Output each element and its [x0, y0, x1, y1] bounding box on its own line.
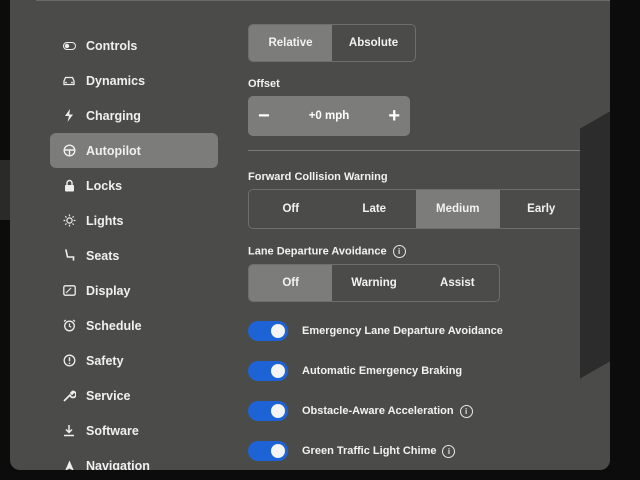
speed-mode-relative[interactable]: Relative: [249, 25, 332, 61]
sidebar-item-label: Navigation: [86, 458, 150, 471]
sidebar-item-locks[interactable]: Locks: [50, 168, 218, 203]
fcw-option-off[interactable]: Off: [249, 190, 333, 228]
toggle-row-aeb: Automatic Emergency Braking: [248, 356, 588, 386]
speed-mode-selector: Relative Absolute: [248, 24, 416, 62]
offset-value: +0 mph: [308, 110, 350, 122]
toggle-knob: [271, 444, 285, 458]
sidebar-item-charging[interactable]: Charging: [50, 98, 218, 133]
aeb-toggle[interactable]: [248, 361, 288, 381]
sidebar-item-label: Autopilot: [86, 143, 141, 158]
sidebar-item-label: Controls: [86, 38, 138, 53]
lda-label: Lane Departure Avoidance: [248, 245, 387, 258]
chime-toggle[interactable]: [248, 441, 288, 461]
section-divider: [248, 150, 582, 151]
sidebar-item-lights[interactable]: Lights: [50, 203, 218, 238]
lda-option-off[interactable]: Off: [249, 265, 333, 301]
info-icon[interactable]: i: [442, 444, 456, 458]
speed-mode-absolute[interactable]: Absolute: [332, 25, 415, 61]
top-divider: [36, 0, 610, 7]
sidebar-item-navigation[interactable]: Navigation: [50, 448, 218, 470]
lda-selector: Off Warning Assist: [248, 264, 500, 302]
lda-option-warning[interactable]: Warning: [332, 265, 415, 301]
bolt-icon: [62, 109, 76, 123]
steering-wheel-icon: [62, 144, 76, 158]
wrench-icon: [62, 389, 76, 403]
lda-option-assist[interactable]: Assist: [416, 265, 499, 301]
autopilot-settings: Relative Absolute Offset − +0 mph + Forw…: [248, 24, 588, 470]
sidebar-item-label: Software: [86, 423, 139, 438]
download-icon: [62, 424, 76, 438]
sidebar-item-label: Charging: [86, 108, 141, 123]
oaa-toggle[interactable]: [248, 401, 288, 421]
offset-label: Offset: [248, 78, 280, 90]
sidebar-item-label: Lights: [86, 213, 124, 228]
sidebar-item-label: Dynamics: [86, 73, 146, 88]
sidebar-item-schedule[interactable]: Schedule: [50, 308, 218, 343]
sidebar-item-seats[interactable]: Seats: [50, 238, 218, 273]
sidebar-item-label: Service: [86, 388, 131, 403]
sidebar-item-controls[interactable]: Controls: [50, 28, 218, 63]
navigation-icon: [62, 459, 76, 470]
seat-icon: [62, 249, 76, 263]
info-icon[interactable]: i: [459, 404, 473, 418]
toggle-knob: [271, 324, 285, 338]
alarm-icon: [62, 319, 76, 333]
lock-icon: [62, 179, 76, 193]
display-icon: [62, 284, 76, 298]
toggle-knob: [271, 364, 285, 378]
sidebar-item-label: Display: [86, 283, 131, 298]
toggle-knob: [271, 404, 285, 418]
sidebar-item-label: Locks: [86, 178, 123, 193]
sidebar-item-software[interactable]: Software: [50, 413, 218, 448]
left-bezel: [0, 160, 10, 220]
sun-icon: [62, 214, 76, 228]
sidebar-item-service[interactable]: Service: [50, 378, 218, 413]
lda-label-row: Lane Departure Avoidance i: [248, 245, 588, 258]
oaa-label: Obstacle-Aware Acceleration: [302, 405, 454, 417]
sidebar-item-label: Safety: [86, 353, 124, 368]
fcw-option-medium[interactable]: Medium: [416, 190, 500, 228]
sidebar-item-label: Seats: [86, 248, 120, 263]
fcw-selector: Off Late Medium Early: [248, 189, 584, 229]
toggle-row-chime: Green Traffic Light Chime i: [248, 436, 588, 466]
sidebar-item-display[interactable]: Display: [50, 273, 218, 308]
sidebar-item-safety[interactable]: Safety: [50, 343, 218, 378]
fcw-option-late[interactable]: Late: [333, 190, 417, 228]
info-icon[interactable]: i: [392, 245, 406, 258]
offset-stepper: − +0 mph +: [248, 96, 410, 136]
offset-decrease-button[interactable]: −: [258, 106, 270, 126]
settings-screen: Controls Dynamics Charging Autopilot Loc…: [10, 0, 610, 470]
sidebar-item-autopilot[interactable]: Autopilot: [50, 133, 218, 168]
offset-increase-button[interactable]: +: [388, 106, 400, 126]
car-icon: [62, 74, 76, 88]
toggle-row-oaa: Obstacle-Aware Acceleration i: [248, 396, 588, 426]
toggle-list: Emergency Lane Departure Avoidance Autom…: [248, 316, 588, 466]
right-bezel: [580, 111, 610, 379]
aeb-label: Automatic Emergency Braking: [302, 365, 463, 377]
sidebar-item-dynamics[interactable]: Dynamics: [50, 63, 218, 98]
elda-toggle[interactable]: [248, 321, 288, 341]
sidebar: Controls Dynamics Charging Autopilot Loc…: [50, 28, 220, 470]
toggle-icon: [62, 39, 76, 53]
fcw-label: Forward Collision Warning: [248, 171, 388, 183]
toggle-row-elda: Emergency Lane Departure Avoidance: [248, 316, 588, 346]
chime-label: Green Traffic Light Chime: [302, 445, 437, 457]
sidebar-item-label: Schedule: [86, 318, 142, 333]
fcw-option-early[interactable]: Early: [500, 190, 584, 228]
elda-label: Emergency Lane Departure Avoidance: [302, 325, 503, 337]
alert-circle-icon: [62, 354, 76, 368]
